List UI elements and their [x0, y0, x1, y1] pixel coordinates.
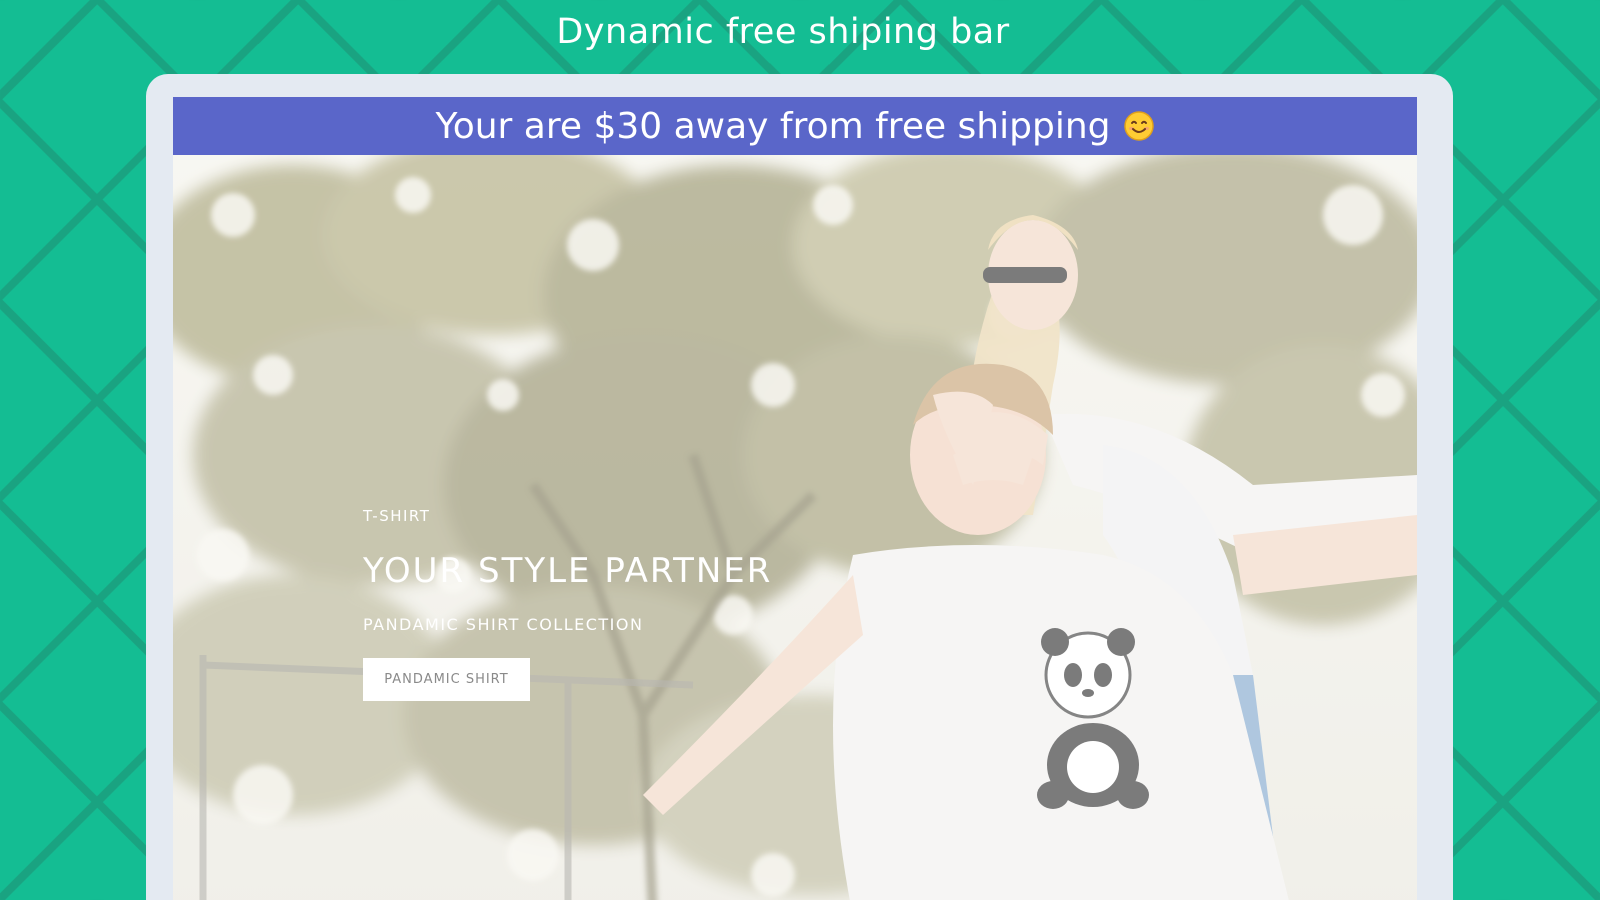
hero-subtitle: PANDAMIC SHIRT COLLECTION: [363, 615, 644, 634]
page-heading: Dynamic free shiping bar: [556, 12, 1010, 52]
smiling-face-icon: [1123, 110, 1155, 142]
free-shipping-message: Your are $30 away from free shipping: [435, 105, 1111, 147]
shop-now-button[interactable]: PANDAMIC SHIRT: [363, 658, 530, 701]
hero-banner: T-SHIRT YOUR STYLE PARTNER PANDAMIC SHIR…: [173, 155, 1417, 900]
store-screen: Your are $30 away from free shipping T-S…: [173, 97, 1417, 900]
hero-eyebrow: T-SHIRT: [363, 507, 431, 525]
hero-overlay: [173, 155, 1417, 900]
hero-content: T-SHIRT YOUR STYLE PARTNER PANDAMIC SHIR…: [363, 507, 772, 701]
free-shipping-bar: Your are $30 away from free shipping: [173, 97, 1417, 155]
device-frame: Your are $30 away from free shipping T-S…: [146, 74, 1453, 900]
hero-title: YOUR STYLE PARTNER: [363, 551, 773, 591]
